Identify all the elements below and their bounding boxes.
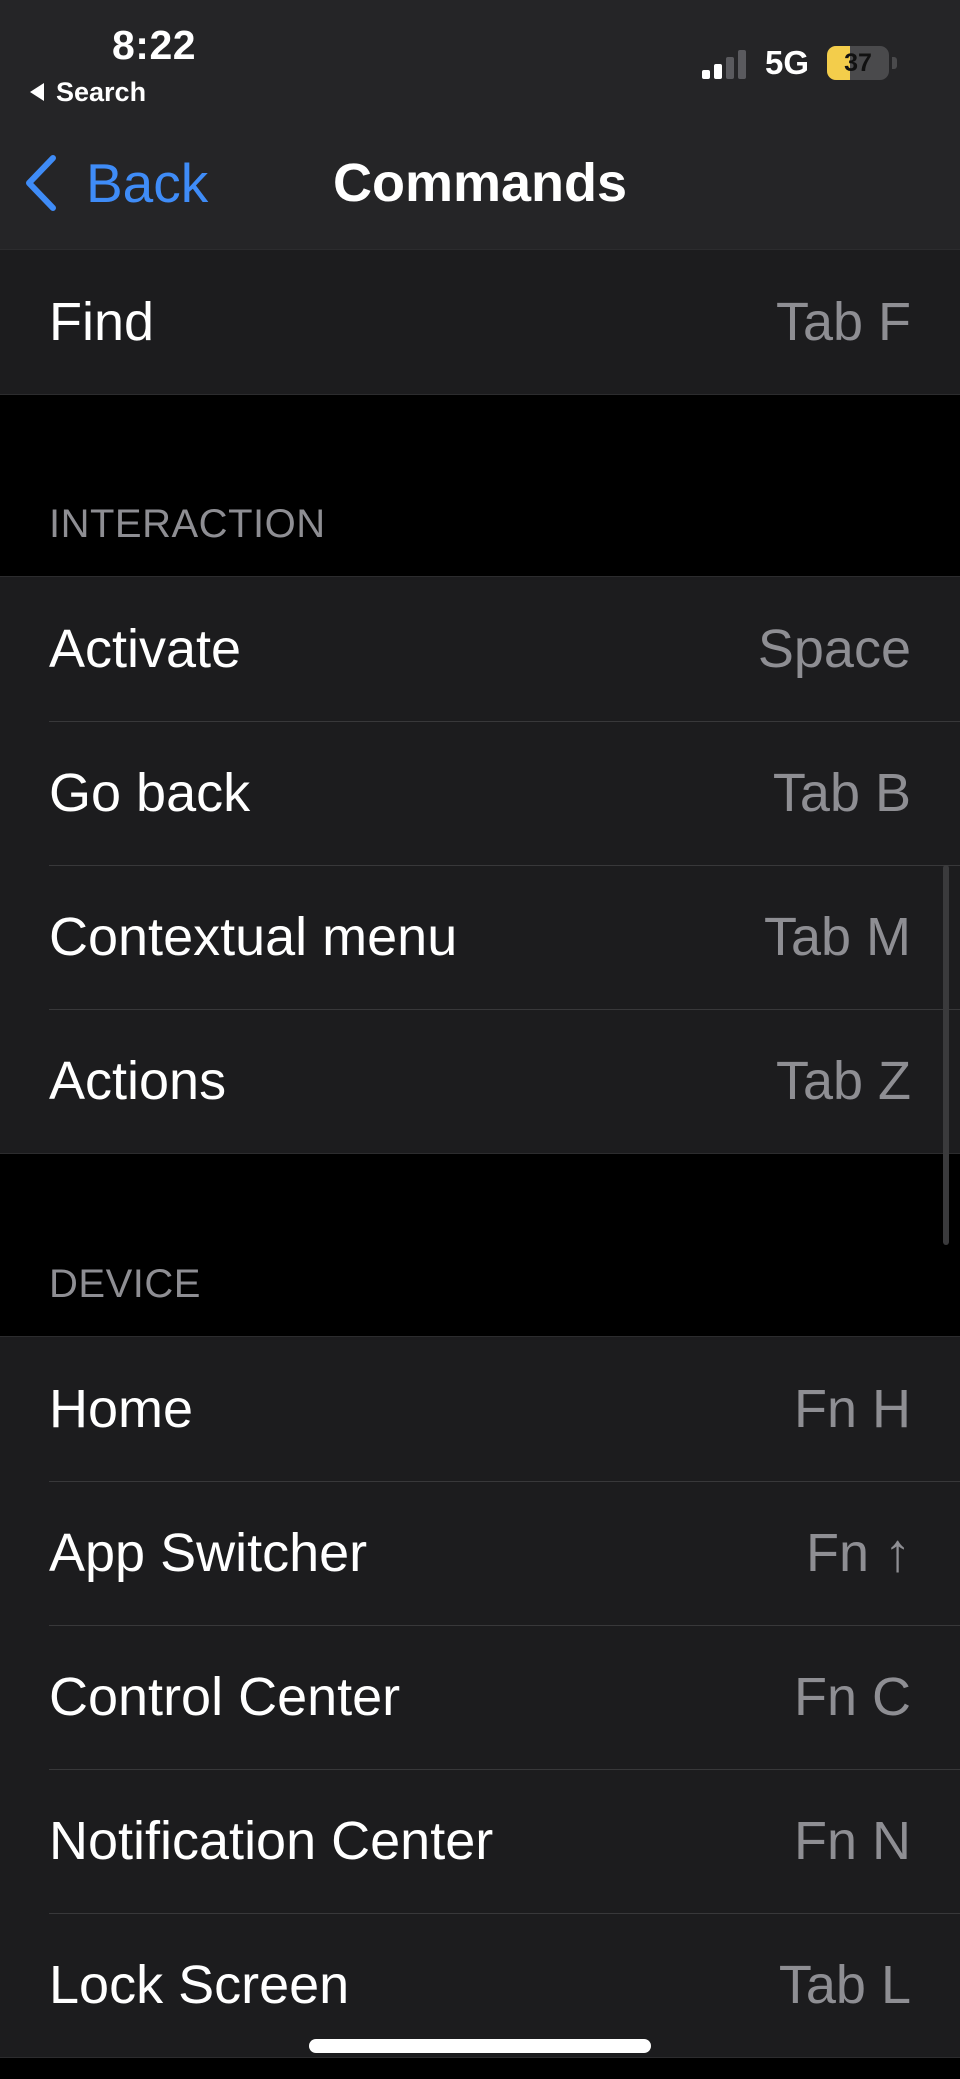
command-title: Control Center [49, 1667, 401, 1727]
command-title: App Switcher [49, 1523, 368, 1583]
home-indicator[interactable] [309, 2039, 651, 2053]
status-back-to-app[interactable]: Search [30, 75, 146, 109]
command-title: Find [49, 292, 155, 352]
back-triangle-icon [30, 83, 44, 101]
cellular-signal-icon [702, 50, 746, 79]
status-back-label: Search [56, 76, 147, 107]
command-row-app-switcher[interactable]: App Switcher Fn ↑ [0, 1481, 960, 1625]
battery-level: 37 [844, 49, 872, 77]
command-shortcut: Tab L [778, 1955, 911, 2015]
status-time: 8:22 [112, 22, 197, 68]
command-shortcut: Fn C [793, 1667, 911, 1727]
battery-cap [892, 57, 897, 69]
command-row-actions[interactable]: Actions Tab Z [0, 1009, 960, 1153]
command-title: Activate [49, 619, 242, 679]
section-header-device: DEVICE [49, 1262, 201, 1306]
command-shortcut: Fn H [793, 1379, 911, 1439]
command-title: Actions [49, 1051, 227, 1111]
command-shortcut: Tab B [772, 763, 911, 823]
command-row-lock-screen[interactable]: Lock Screen Tab L [0, 1913, 960, 2057]
command-shortcut: Tab F [775, 292, 911, 352]
command-title: Home [49, 1379, 194, 1439]
page-title: Commands [332, 153, 628, 213]
command-row-go-back[interactable]: Go back Tab B [0, 721, 960, 865]
command-shortcut: Fn ↑ [805, 1523, 911, 1583]
command-shortcut: Tab M [763, 907, 911, 967]
command-row-contextual-menu[interactable]: Contextual menu Tab M [0, 865, 960, 1009]
section-header-interaction: INTERACTION [49, 502, 326, 546]
command-title: Notification Center [49, 1811, 494, 1871]
command-shortcut: Space [757, 619, 911, 679]
command-row-activate[interactable]: Activate Space [0, 577, 960, 721]
command-row-control-center[interactable]: Control Center Fn C [0, 1625, 960, 1769]
command-shortcut: Tab Z [775, 1051, 911, 1111]
command-row-home[interactable]: Home Fn H [0, 1337, 960, 1481]
command-title: Go back [49, 763, 251, 823]
command-title: Lock Screen [49, 1955, 350, 2015]
screen: 8:22 Search 5G 37 Back Commands Find Tab… [0, 0, 960, 2079]
network-type: 5G [765, 44, 810, 81]
scrollbar[interactable] [943, 865, 949, 1245]
top-bar: 8:22 Search 5G 37 Back Commands [0, 0, 960, 250]
command-row-find[interactable]: Find Tab F [0, 250, 960, 394]
battery-icon: 37 [827, 46, 897, 80]
device-group: Home Fn H App Switcher Fn ↑ Control Cent… [0, 1336, 960, 2058]
command-row-notification-center[interactable]: Notification Center Fn N [0, 1769, 960, 1913]
command-title: Contextual menu [49, 907, 458, 967]
command-shortcut: Fn N [793, 1811, 911, 1871]
general-group: Find Tab F [0, 249, 960, 395]
interaction-group: Activate Space Go back Tab B Contextual … [0, 576, 960, 1154]
